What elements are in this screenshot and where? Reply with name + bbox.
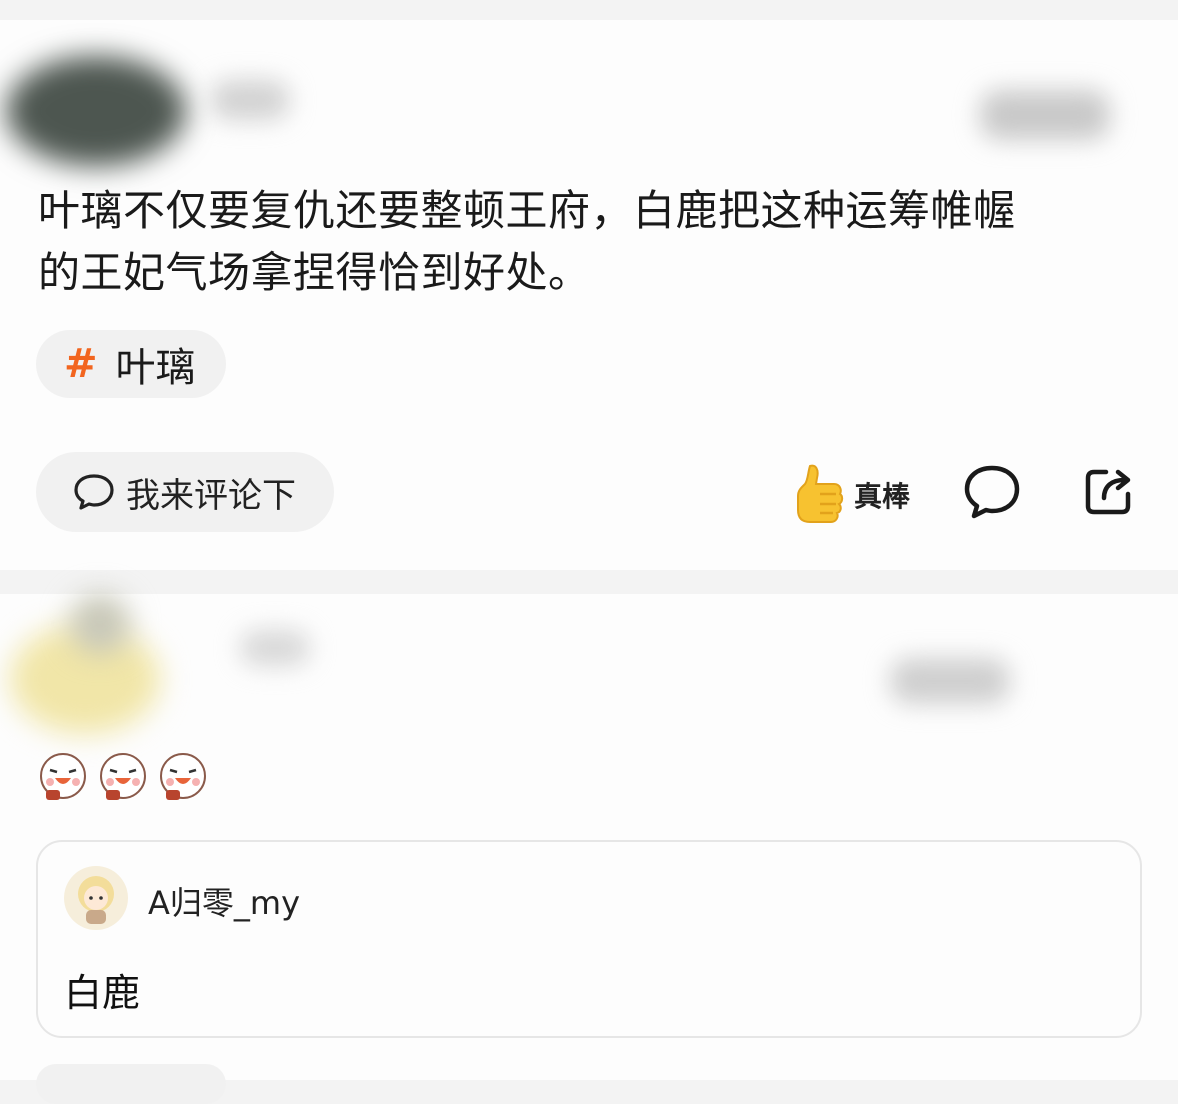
laughing-duck-emoji-icon [100, 753, 146, 800]
like-label: 真棒 [854, 480, 911, 513]
share-icon [1085, 469, 1131, 515]
speech-bubble-icon [964, 465, 1020, 519]
author-avatar-shadow [70, 594, 130, 654]
comment-bubble-icon [74, 474, 114, 510]
emoji-row [36, 750, 210, 804]
laughing-duck-emoji-icon [40, 753, 86, 800]
post-text: 叶璃不仅要复仇还要整顿王府，白鹿把这种运筹帷幄 的王妃气场拿捏得恰到好处。 [38, 186, 1016, 297]
second-post-card: A归零_my 白鹿 [0, 594, 1178, 1104]
post-card: 叶璃不仅要复仇还要整顿王府，白鹿把这种运筹帷幄 的王妃气场拿捏得恰到好处。 # … [0, 20, 1178, 570]
laughing-duck-emoji-icon [160, 753, 206, 800]
reply-username[interactable]: A归零_my [148, 878, 300, 924]
next-topic-chip-partial[interactable] [36, 1064, 226, 1104]
author-avatar[interactable] [6, 56, 186, 166]
author-name-redacted [210, 80, 290, 120]
like-button[interactable]: 真棒 [790, 460, 910, 530]
reply-avatar[interactable] [64, 866, 128, 930]
girl-avatar-icon [78, 876, 114, 924]
reply-text: 白鹿 [64, 971, 141, 1015]
thumbs-up-icon [797, 464, 844, 523]
topic-label: 叶璃 [115, 345, 196, 391]
follow-button-redacted[interactable] [980, 90, 1110, 140]
topic-tag[interactable]: # 叶璃 [36, 330, 226, 398]
comment-input-button[interactable]: 我来评论下 [36, 452, 334, 532]
follow-button-redacted[interactable] [890, 658, 1010, 704]
comment-placeholder: 我来评论下 [126, 475, 296, 516]
quoted-reply[interactable]: A归零_my 白鹿 [36, 840, 1142, 1038]
author-name-redacted [240, 630, 310, 666]
comment-button[interactable] [962, 464, 1022, 524]
hash-icon: # [64, 341, 98, 387]
share-button[interactable] [1082, 464, 1136, 522]
